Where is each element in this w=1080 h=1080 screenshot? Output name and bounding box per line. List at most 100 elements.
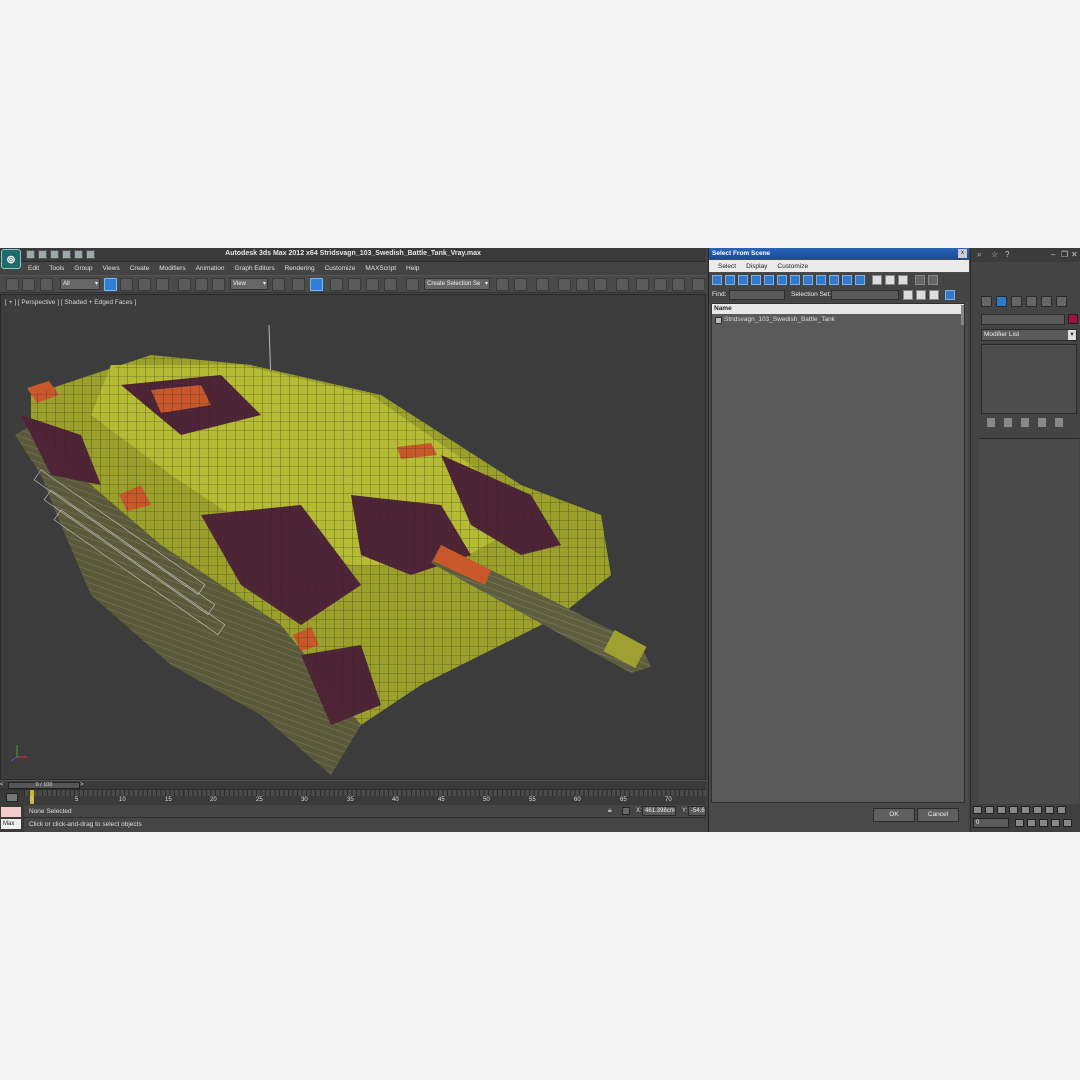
walk-through-icon[interactable] (1039, 819, 1048, 827)
ok-button[interactable]: OK (873, 808, 915, 822)
rectangular-selection-icon[interactable] (138, 278, 151, 291)
curve-editor-icon[interactable] (576, 278, 589, 291)
orbit-icon[interactable] (1057, 806, 1066, 814)
display-all-icon[interactable] (872, 275, 882, 285)
select-by-name-icon[interactable] (120, 278, 133, 291)
play-icon[interactable] (997, 806, 1006, 814)
list-item[interactable]: Stridsvagn_103_Swedish_Battle_Tank (714, 315, 835, 325)
rendered-frame-window-icon[interactable] (654, 278, 667, 291)
absolute-mode-icon[interactable] (622, 807, 630, 815)
binoculars-icon[interactable]: ⌕ (977, 250, 981, 260)
menu-tools[interactable]: Tools (49, 265, 64, 272)
display-lights-icon[interactable] (738, 275, 748, 285)
menu-customize[interactable]: Customize (325, 265, 356, 272)
remove-modifier-icon[interactable] (1038, 418, 1046, 427)
menu-modifiers[interactable]: Modifiers (159, 265, 185, 272)
filter-icon[interactable] (915, 275, 925, 285)
object-color-swatch[interactable] (1068, 314, 1078, 324)
align-icon[interactable] (514, 278, 527, 291)
menu-animation[interactable]: Animation (196, 265, 225, 272)
toolbar-overflow-icon[interactable] (692, 278, 705, 291)
select-invert-icon[interactable] (929, 290, 939, 300)
rotate-icon[interactable] (195, 278, 208, 291)
maxscript-mini-label[interactable]: Max (1, 819, 21, 829)
edit-named-selection-icon[interactable] (406, 278, 419, 291)
display-geometry-icon[interactable] (712, 275, 722, 285)
menu-help[interactable]: Help (406, 265, 419, 272)
go-to-start-icon[interactable] (973, 806, 982, 814)
display-cameras-icon[interactable] (751, 275, 761, 285)
app-logo-button[interactable]: ⊚ (1, 249, 21, 269)
close-icon[interactable]: ✕ (1071, 250, 1078, 259)
bind-space-warp-icon[interactable] (40, 278, 53, 291)
perspective-viewport[interactable]: [ + ] [ Perspective ] [ Shaded + Edged F… (0, 294, 706, 780)
zoom-extents-icon[interactable] (1033, 806, 1042, 814)
unlink-icon[interactable] (22, 278, 35, 291)
layer-manager-icon[interactable] (536, 278, 549, 291)
previous-frame-icon[interactable] (985, 806, 994, 814)
region-zoom-icon[interactable] (1063, 819, 1072, 827)
minimize-icon[interactable]: ‒ (1051, 250, 1055, 259)
field-of-view-icon[interactable] (1027, 819, 1036, 827)
sync-selection-icon[interactable] (928, 275, 938, 285)
menu-graph-editors[interactable]: Graph Editors (235, 265, 275, 272)
modifier-stack[interactable] (981, 344, 1077, 414)
maximize-viewport-icon[interactable] (1051, 819, 1060, 827)
display-hidden-icon[interactable] (855, 275, 865, 285)
display-children-icon[interactable] (945, 290, 955, 300)
cancel-button[interactable]: Cancel (917, 808, 959, 822)
schematic-view-icon[interactable] (594, 278, 607, 291)
dialog-menu-select[interactable]: Select (718, 263, 736, 270)
configure-sets-icon[interactable] (1055, 418, 1063, 427)
x-coordinate-field[interactable]: 461.398cm (642, 806, 676, 816)
time-slider-thumb[interactable]: 0 / 100 (8, 782, 80, 789)
go-to-end-icon[interactable] (1021, 806, 1030, 814)
menu-maxscript[interactable]: MAXScript (365, 265, 396, 272)
select-manipulate-icon[interactable] (292, 278, 305, 291)
display-frozen-icon[interactable] (842, 275, 852, 285)
time-slider[interactable]: < 0 / 100 > (0, 780, 706, 789)
display-bones-icon[interactable] (816, 275, 826, 285)
render-production-icon[interactable] (672, 278, 685, 291)
dialog-title[interactable]: Select From Scene (709, 248, 969, 259)
menu-group[interactable]: Group (74, 265, 92, 272)
percent-snap-icon[interactable] (366, 278, 379, 291)
star-icon[interactable]: ☆ (991, 250, 998, 259)
mini-curve-editor-toggle[interactable] (0, 789, 24, 805)
dialog-close-button[interactable]: x (958, 249, 967, 258)
object-name-field[interactable] (981, 314, 1065, 325)
link-icon[interactable] (6, 278, 19, 291)
column-header-name[interactable]: Name (712, 304, 964, 314)
pan-view-icon[interactable] (1045, 806, 1054, 814)
material-editor-icon[interactable] (616, 278, 629, 291)
render-setup-icon[interactable] (636, 278, 649, 291)
maxscript-listener-field[interactable] (1, 807, 21, 817)
display-groups-icon[interactable] (790, 275, 800, 285)
display-space-warps-icon[interactable] (777, 275, 787, 285)
tank-model[interactable] (1, 295, 706, 780)
selection-lock-icon[interactable]: 🔒︎ (608, 807, 615, 815)
create-tab-icon[interactable] (981, 296, 992, 307)
mirror-icon[interactable] (496, 278, 509, 291)
list-scrollbar[interactable] (961, 305, 964, 325)
reference-coordinate-dropdown[interactable]: View (230, 278, 268, 290)
utilities-tab-icon[interactable] (1056, 296, 1067, 307)
show-end-result-icon[interactable] (1004, 418, 1012, 427)
motion-tab-icon[interactable] (1026, 296, 1037, 307)
display-invert-icon[interactable] (898, 275, 908, 285)
dialog-menu-customize[interactable]: Customize (777, 263, 808, 270)
modify-tab-icon[interactable] (996, 296, 1007, 307)
selection-filter-dropdown[interactable]: All (60, 278, 100, 290)
select-all-icon[interactable] (903, 290, 913, 300)
make-unique-icon[interactable] (1021, 418, 1029, 427)
graphite-ribbon-icon[interactable] (558, 278, 571, 291)
spinner-snap-icon[interactable] (384, 278, 397, 291)
display-none-icon[interactable] (885, 275, 895, 285)
next-frame-button[interactable]: > (80, 782, 87, 789)
select-object-icon[interactable] (104, 278, 117, 291)
pin-stack-icon[interactable] (987, 418, 995, 427)
display-xrefs-icon[interactable] (803, 275, 813, 285)
prev-frame-button[interactable]: < (0, 782, 7, 789)
window-crossing-icon[interactable] (156, 278, 169, 291)
menu-edit[interactable]: Edit (28, 265, 39, 272)
